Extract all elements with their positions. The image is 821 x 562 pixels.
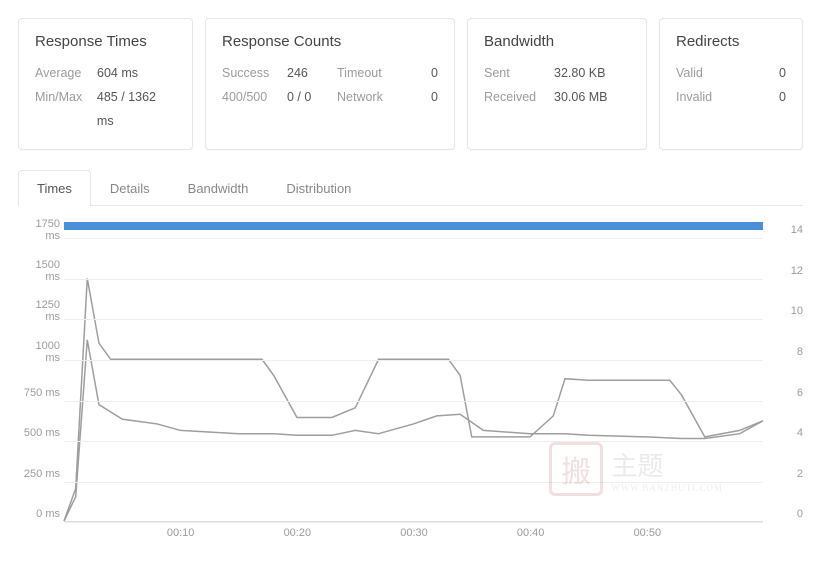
chart-plot-area[interactable] — [64, 238, 763, 522]
value: 604 ms — [97, 62, 138, 86]
x-tick: 00:30 — [400, 527, 428, 539]
y-right-tick: 14 — [769, 224, 803, 236]
stats-cards: Response Times Average 604 ms Min/Max 48… — [18, 18, 803, 150]
y-left-tick: 1250 ms — [18, 299, 60, 323]
y-right-tick: 6 — [769, 387, 803, 399]
label: Min/Max — [35, 86, 97, 134]
card-title: Response Counts — [222, 33, 438, 50]
chart-panel: 0 ms 250 ms 500 ms 750 ms 1000 ms 1250 ms 1500… — [18, 206, 803, 544]
x-tick: 00:20 — [284, 527, 312, 539]
gridline — [64, 279, 763, 280]
y-right-tick: 8 — [769, 346, 803, 358]
gridline — [64, 238, 763, 239]
card-response-times: Response Times Average 604 ms Min/Max 48… — [18, 18, 193, 150]
row-sent: Sent 32.80 KB — [484, 62, 630, 86]
card-title: Bandwidth — [484, 33, 630, 50]
progress-bar — [64, 222, 763, 230]
value: 485 / 1362 ms — [97, 86, 176, 134]
x-tick: 00:40 — [517, 527, 545, 539]
value: 0 / 0 — [287, 86, 337, 110]
card-title: Response Times — [35, 33, 176, 50]
gridline — [64, 482, 763, 483]
y-right-tick: 0 — [769, 508, 803, 520]
tab-details[interactable]: Details — [91, 170, 169, 206]
row-valid: Valid 0 — [676, 62, 786, 86]
label: Timeout — [337, 62, 397, 86]
gridline — [64, 319, 763, 320]
card-bandwidth: Bandwidth Sent 32.80 KB Received 30.06 M… — [467, 18, 647, 150]
row-average: Average 604 ms — [35, 62, 176, 86]
label: Received — [484, 86, 554, 110]
y-right-tick: 10 — [769, 305, 803, 317]
card-response-counts: Response Counts Success 246 Timeout 0 40… — [205, 18, 455, 150]
y-left-tick: 1500 ms — [18, 259, 60, 283]
label: Average — [35, 62, 97, 86]
label: Sent — [484, 62, 554, 86]
value: 0 — [397, 86, 438, 110]
value: 30.06 MB — [554, 86, 608, 110]
row-invalid: Invalid 0 — [676, 86, 786, 110]
row-minmax: Min/Max 485 / 1362 ms — [35, 86, 176, 134]
chart-svg — [64, 238, 763, 521]
y-right-tick: 2 — [769, 468, 803, 480]
x-tick: 00:50 — [634, 527, 662, 539]
y-right-tick: 12 — [769, 265, 803, 277]
y-left-tick: 750 ms — [18, 387, 60, 399]
gridline — [64, 441, 763, 442]
y-right-tick: 4 — [769, 427, 803, 439]
gridline — [64, 401, 763, 402]
label: 400/500 — [222, 86, 287, 110]
y-left-tick: 1000 ms — [18, 340, 60, 364]
card-title: Redirects — [676, 33, 786, 50]
value: 0 — [731, 86, 786, 110]
x-axis: 00:10 00:20 00:30 00:40 00:50 — [64, 522, 763, 538]
row-err-network: 400/500 0 / 0 Network 0 — [222, 86, 438, 110]
tab-times[interactable]: Times — [18, 170, 91, 206]
y-left-tick: 1750 ms — [18, 218, 60, 242]
card-redirects: Redirects Valid 0 Invalid 0 — [659, 18, 803, 150]
row-success-timeout: Success 246 Timeout 0 — [222, 62, 438, 86]
label: Invalid — [676, 86, 731, 110]
chart-tabs: Times Details Bandwidth Distribution — [18, 170, 803, 206]
y-left-tick: 0 ms — [18, 508, 60, 520]
row-received: Received 30.06 MB — [484, 86, 630, 110]
y-left-tick: 500 ms — [18, 427, 60, 439]
value: 0 — [731, 62, 786, 86]
y-left-tick: 250 ms — [18, 468, 60, 480]
value: 0 — [397, 62, 438, 86]
tab-distribution[interactable]: Distribution — [267, 170, 370, 206]
x-tick: 00:10 — [167, 527, 195, 539]
gridline — [64, 360, 763, 361]
tab-bandwidth[interactable]: Bandwidth — [169, 170, 268, 206]
value: 246 — [287, 62, 337, 86]
series-avg — [64, 340, 763, 521]
label: Valid — [676, 62, 731, 86]
value: 32.80 KB — [554, 62, 605, 86]
label: Success — [222, 62, 287, 86]
label: Network — [337, 86, 397, 110]
